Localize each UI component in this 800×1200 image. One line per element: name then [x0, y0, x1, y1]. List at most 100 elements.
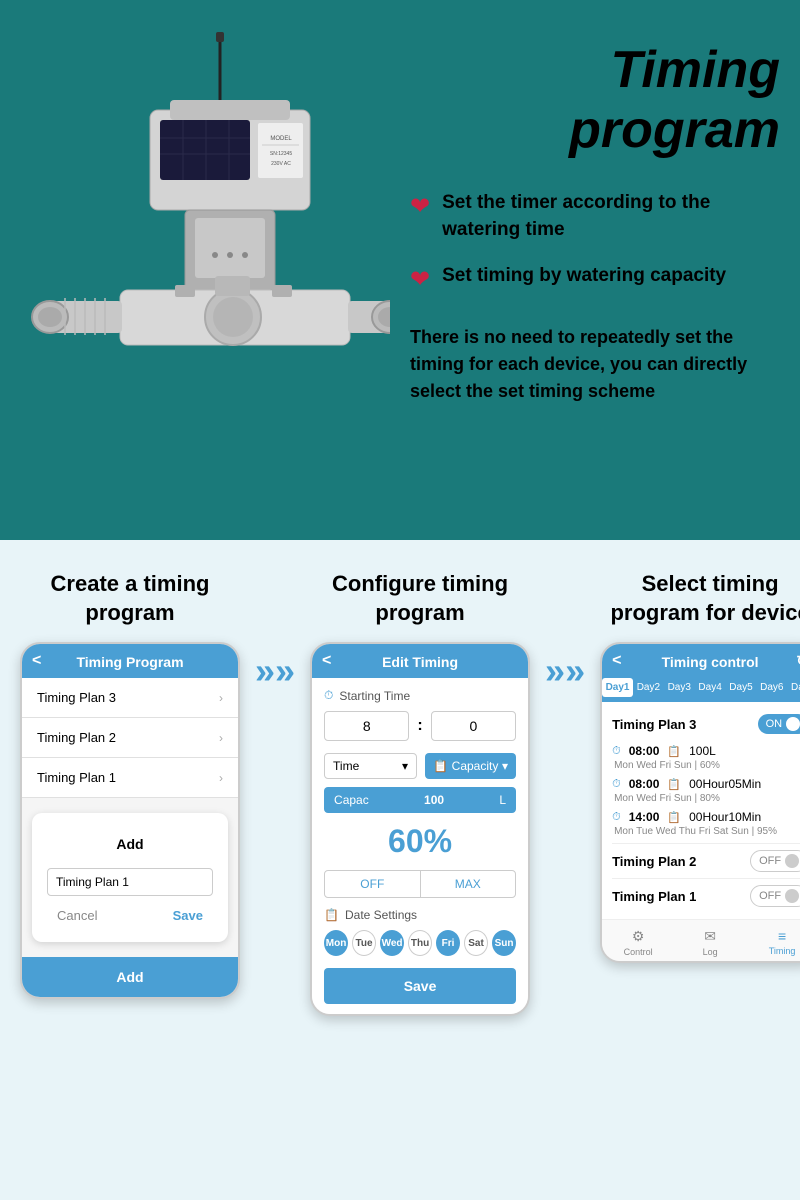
capacity-icon-2: 📋 [667, 778, 681, 791]
ph1-item-label: Timing Plan 3 [37, 690, 116, 705]
feature-item-2: ❤ Set timing by watering capacity [410, 263, 780, 294]
svg-text:SN:12345: SN:12345 [270, 151, 292, 157]
ph3-time-3: 14:00 [629, 810, 660, 824]
phone-3: < Timing control ↻ Day1 Day2 Day3 Day4 D… [600, 642, 800, 963]
ph3-refresh-icon[interactable]: ↻ [796, 653, 800, 670]
ph1-back-icon[interactable]: < [32, 652, 41, 670]
ph2-save-button[interactable]: Save [324, 968, 516, 1004]
ph2-body: ⏱ Starting Time 8 : 0 Time ▾ [312, 678, 528, 1014]
ph2-time-select[interactable]: Time ▾ [324, 753, 417, 779]
step-arrow-1: »» [255, 570, 295, 692]
ph1-list-item-3[interactable]: Timing Plan 3 › [22, 678, 238, 718]
ph3-plan3-header: Timing Plan 3 ON [612, 710, 800, 738]
ph3-days-text-2: Mon Wed Fri Sun | 80% [612, 793, 800, 804]
ph2-max-button[interactable]: MAX [421, 871, 516, 897]
ph2-off-max-row: OFF MAX [324, 870, 516, 898]
ph2-day-tue[interactable]: Tue [352, 930, 376, 956]
right-content: Timing program ❤ Set the timer according… [390, 30, 780, 405]
ph2-capacity-value: 100 [424, 793, 444, 807]
ph3-back-icon[interactable]: < [612, 652, 621, 670]
ph2-colon: : [417, 717, 422, 735]
ph1-dialog-buttons: Cancel Save [47, 904, 213, 927]
ph1-item-label: Timing Plan 2 [37, 730, 116, 745]
ph2-day-wed[interactable]: Wed [380, 930, 404, 956]
ph3-cap-2: 00Hour05Min [689, 777, 761, 791]
chevron-icon: › [219, 691, 223, 705]
ph3-day-tab-3[interactable]: Day3 [664, 678, 695, 697]
dropdown-icon: ▾ [402, 759, 408, 773]
log-icon: ✉ [674, 928, 746, 945]
ph3-plan2-header: Timing Plan 2 OFF [612, 850, 800, 872]
ph3-plan1-header: Timing Plan 1 OFF [612, 885, 800, 907]
ph3-days-text-3: Mon Tue Wed Thu Fri Sat Sun | 95% [612, 826, 800, 837]
svg-text:230V AC: 230V AC [271, 161, 291, 167]
ph2-off-button[interactable]: OFF [325, 871, 421, 897]
ph3-days-tabs: Day1 Day2 Day3 Day4 Day5 Day6 Day7 [602, 678, 800, 702]
ph3-day-tab-5[interactable]: Day5 [726, 678, 757, 697]
ph2-percent-display: 60% [324, 823, 516, 860]
ph3-day-tab-2[interactable]: Day2 [633, 678, 664, 697]
ph3-day-tab-7[interactable]: Day7 [787, 678, 800, 697]
ph1-save-button[interactable]: Save [163, 904, 213, 927]
ph2-capacity-icon: 📋 [433, 759, 448, 773]
step-3-title: Select timing program for device [600, 570, 800, 627]
chevron-icon: › [219, 731, 223, 745]
ph3-divider-1 [612, 843, 800, 844]
ph1-dialog-add-label: Add [47, 828, 213, 860]
timing-icon: ≡ [746, 928, 800, 944]
step-arrow-2: »» [545, 570, 585, 692]
ph1-list-item-1[interactable]: Timing Plan 1 › [22, 758, 238, 798]
ph3-plan3-toggle[interactable]: ON [758, 714, 800, 734]
ph2-day-sat[interactable]: Sat [464, 930, 488, 956]
ph2-back-icon[interactable]: < [322, 652, 331, 670]
ph2-header-title: Edit Timing [382, 654, 458, 670]
ph2-day-thu[interactable]: Thu [408, 930, 432, 956]
ph2-minute-input[interactable]: 0 [431, 711, 516, 741]
description-text: There is no need to repeatedly set the t… [410, 324, 780, 405]
ph3-footer-control[interactable]: ⚙ Control [602, 928, 674, 957]
device-svg: MODEL SN:12345 230V AC [20, 30, 390, 450]
clock-icon-2: ⏱ [612, 778, 621, 791]
step-1: Create a timing program < Timing Program… [20, 570, 240, 999]
feature-text-1: Set the timer according to the watering … [442, 190, 780, 243]
ph2-header: < Edit Timing [312, 644, 528, 678]
ph3-time-2: 08:00 [629, 777, 660, 791]
ph1-name-input[interactable]: Timing Plan 1 [47, 868, 213, 896]
ph1-add-dialog: Add Timing Plan 1 Cancel Save [32, 813, 228, 942]
dropdown-icon: ▾ [502, 759, 508, 773]
ph3-plan3-name: Timing Plan 3 [612, 717, 696, 732]
steps-row: Create a timing program < Timing Program… [20, 570, 780, 1016]
ph1-header-title: Timing Program [76, 654, 183, 670]
ph2-capacity-label: Capac [334, 793, 369, 807]
clock-icon-1: ⏱ [612, 745, 621, 758]
ph2-days-row: Mon Tue Wed Thu Fri Sat Sun [324, 930, 516, 956]
ph2-day-sun[interactable]: Sun [492, 930, 516, 956]
ph2-day-mon[interactable]: Mon [324, 930, 348, 956]
ph1-item-label: Timing Plan 1 [37, 770, 116, 785]
ph3-plan1-toggle[interactable]: OFF [750, 885, 800, 907]
phone-2: < Edit Timing ⏱ Starting Time 8 : 0 [310, 642, 530, 1016]
bottom-section: Create a timing program < Timing Program… [0, 540, 800, 1200]
control-icon: ⚙ [602, 928, 674, 945]
ph3-day-tab-1[interactable]: Day1 [602, 678, 633, 697]
ph2-capacity-select[interactable]: 📋 Capacity ▾ [425, 753, 516, 779]
ph2-day-fri[interactable]: Fri [436, 930, 460, 956]
ph2-hour-input[interactable]: 8 [324, 711, 409, 741]
ph1-cancel-button[interactable]: Cancel [47, 904, 107, 927]
ph2-date-section-label: 📋 Date Settings [324, 908, 516, 922]
ph3-cap-1: 100L [689, 744, 716, 758]
feature-item-1: ❤ Set the timer according to the waterin… [410, 190, 780, 243]
ph3-day-tab-4[interactable]: Day4 [695, 678, 726, 697]
ph2-capacity-bar: Capac 100 L [324, 787, 516, 813]
step-2: Configure timing program < Edit Timing ⏱… [310, 570, 530, 1016]
ph3-control-label: Control [602, 947, 674, 957]
ph3-footer-log[interactable]: ✉ Log [674, 928, 746, 957]
ph2-capacity-unit: L [499, 793, 506, 807]
ph3-plan2-toggle[interactable]: OFF [750, 850, 800, 872]
ph3-footer-timing[interactable]: ≡ Timing [746, 928, 800, 957]
ph2-select-row: Time ▾ 📋 Capacity ▾ [324, 753, 516, 779]
ph1-add-button[interactable]: Add [22, 957, 238, 997]
ph3-day-tab-6[interactable]: Day6 [756, 678, 787, 697]
ph1-list-item-2[interactable]: Timing Plan 2 › [22, 718, 238, 758]
ph3-log-label: Log [674, 947, 746, 957]
